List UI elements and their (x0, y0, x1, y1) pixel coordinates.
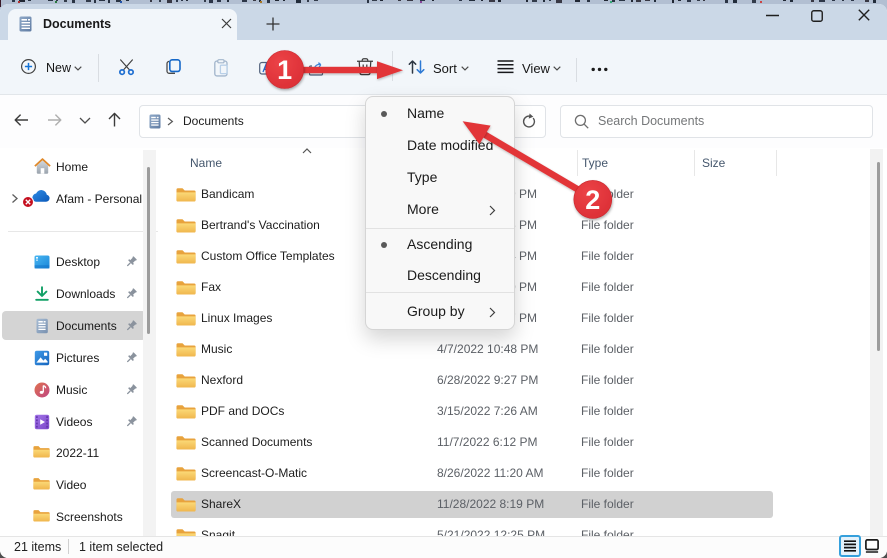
svg-text:1: 1 (277, 55, 292, 85)
svg-text:2: 2 (585, 185, 600, 215)
